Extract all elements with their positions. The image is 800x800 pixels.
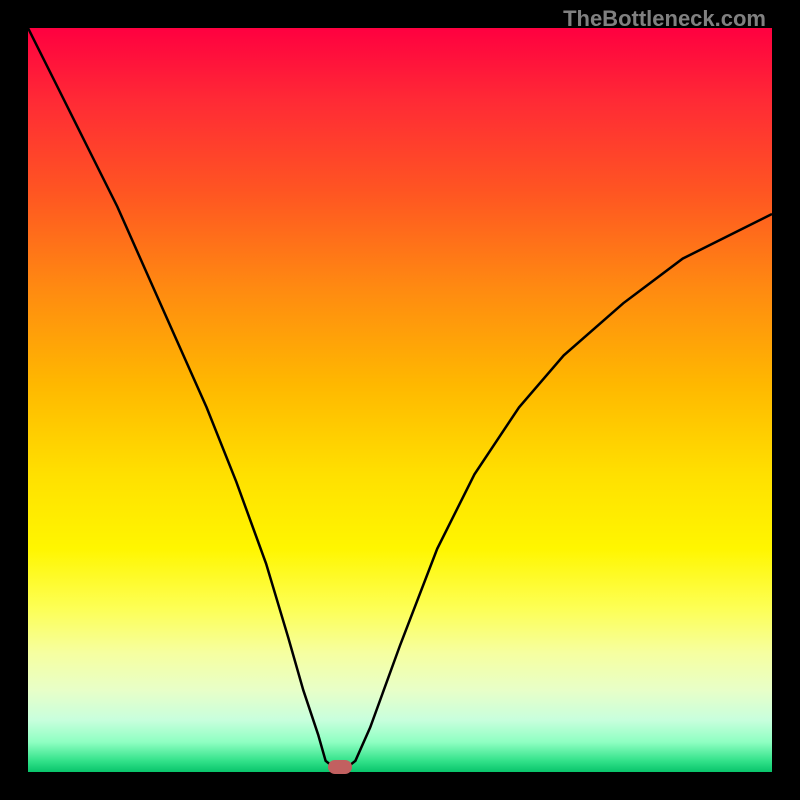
- watermark-text: TheBottleneck.com: [563, 6, 766, 32]
- bottleneck-curve: [28, 28, 772, 772]
- marker-point: [328, 760, 352, 774]
- chart-frame: TheBottleneck.com: [0, 0, 800, 800]
